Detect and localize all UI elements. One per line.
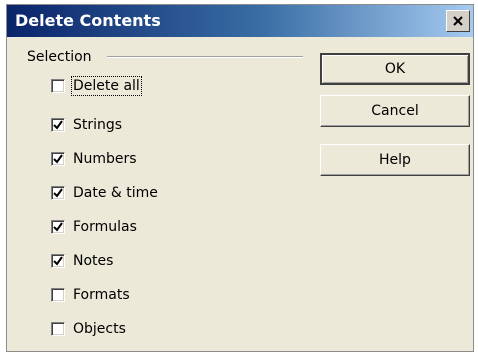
check-mark-icon	[53, 188, 63, 198]
check-mark-icon	[53, 256, 63, 266]
checkbox-label: Notes	[73, 253, 114, 269]
checkbox-label: Strings	[73, 117, 123, 133]
checkbox-strings[interactable]: Strings	[51, 116, 122, 134]
ok-button[interactable]: OK	[320, 53, 470, 85]
check-mark-icon	[53, 222, 63, 232]
checkbox-label: Numbers	[73, 151, 137, 167]
checkbox-label: Objects	[73, 321, 126, 337]
dialog-title: Delete Contents	[15, 11, 161, 30]
checkbox-formulas[interactable]: Formulas	[51, 218, 137, 236]
check-mark-icon	[53, 120, 63, 130]
checkbox-objects[interactable]: Objects	[51, 320, 126, 338]
checkbox-formats[interactable]: Formats	[51, 286, 130, 304]
ok-button-label: OK	[384, 61, 406, 77]
checkbox-box[interactable]	[51, 186, 65, 200]
selection-frame-label: Selection	[27, 49, 92, 65]
checkbox-box[interactable]	[51, 152, 65, 166]
checkbox-delete-all[interactable]: Delete all	[51, 76, 142, 96]
check-mark-icon	[53, 154, 63, 164]
help-button[interactable]: Help	[320, 144, 470, 176]
checkbox-box[interactable]	[51, 322, 65, 336]
checkbox-numbers[interactable]: Numbers	[51, 150, 137, 168]
help-button-label: Help	[379, 152, 411, 168]
checkbox-box[interactable]	[51, 220, 65, 234]
checkbox-box[interactable]	[51, 79, 65, 93]
selection-frame-divider	[107, 56, 303, 58]
close-icon	[453, 16, 463, 26]
checkbox-box[interactable]	[51, 288, 65, 302]
title-bar[interactable]: Delete Contents	[7, 5, 473, 37]
delete-contents-dialog: Delete Contents Selection Delete all Str…	[6, 4, 474, 352]
checkbox-label: Delete all	[71, 76, 142, 96]
cancel-button[interactable]: Cancel	[320, 95, 470, 127]
cancel-button-label: Cancel	[371, 103, 419, 119]
checkbox-box[interactable]	[51, 254, 65, 268]
checkbox-label: Formulas	[73, 219, 137, 235]
close-button[interactable]	[446, 10, 470, 32]
checkbox-label: Formats	[73, 287, 130, 303]
checkbox-label: Date & time	[73, 185, 158, 201]
checkbox-date-time[interactable]: Date & time	[51, 184, 158, 202]
checkbox-box[interactable]	[51, 118, 65, 132]
checkbox-notes[interactable]: Notes	[51, 252, 113, 270]
